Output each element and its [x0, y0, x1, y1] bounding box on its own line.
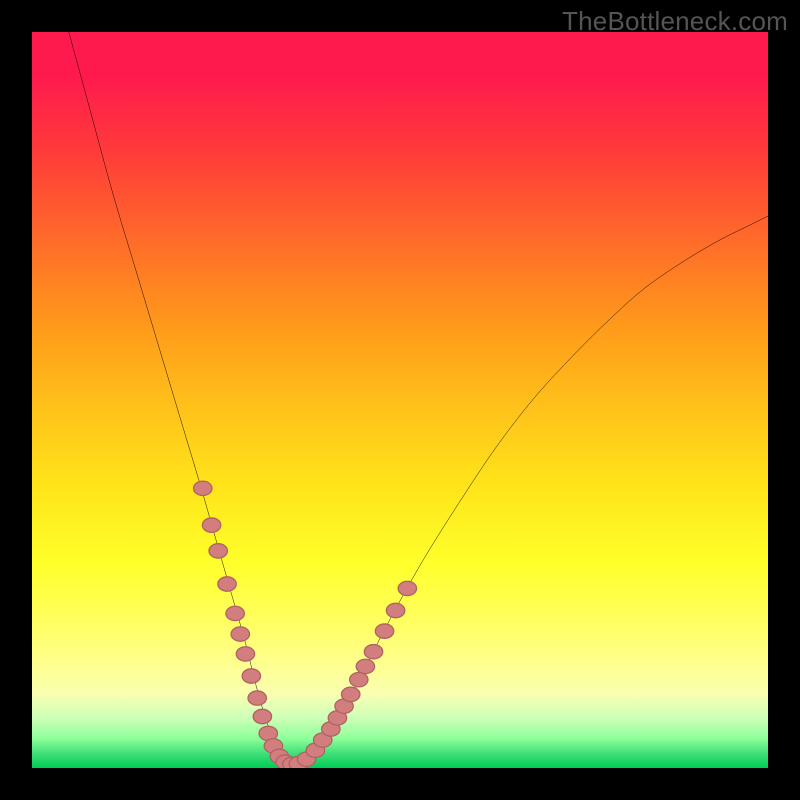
data-dot [226, 606, 244, 620]
data-dot [364, 645, 382, 659]
data-dot [242, 669, 260, 683]
data-dot [386, 603, 404, 617]
data-dot [356, 659, 374, 673]
data-dot [375, 624, 393, 638]
data-dot [350, 673, 368, 687]
chart-svg [32, 32, 768, 768]
data-dot [236, 647, 254, 661]
data-dot [248, 691, 266, 705]
data-dot [209, 544, 227, 558]
data-dot [202, 518, 220, 532]
plot-area [32, 32, 768, 768]
v-curve-path [69, 32, 768, 766]
data-dot [194, 481, 212, 495]
data-dot [253, 709, 271, 723]
data-dot [231, 627, 249, 641]
watermark-text: TheBottleneck.com [562, 6, 788, 37]
data-dot [218, 577, 236, 591]
chart-stage: TheBottleneck.com TheBottleneck.com [0, 0, 800, 800]
data-dot [398, 581, 416, 595]
dots-group [194, 481, 417, 768]
data-dot [341, 687, 359, 701]
